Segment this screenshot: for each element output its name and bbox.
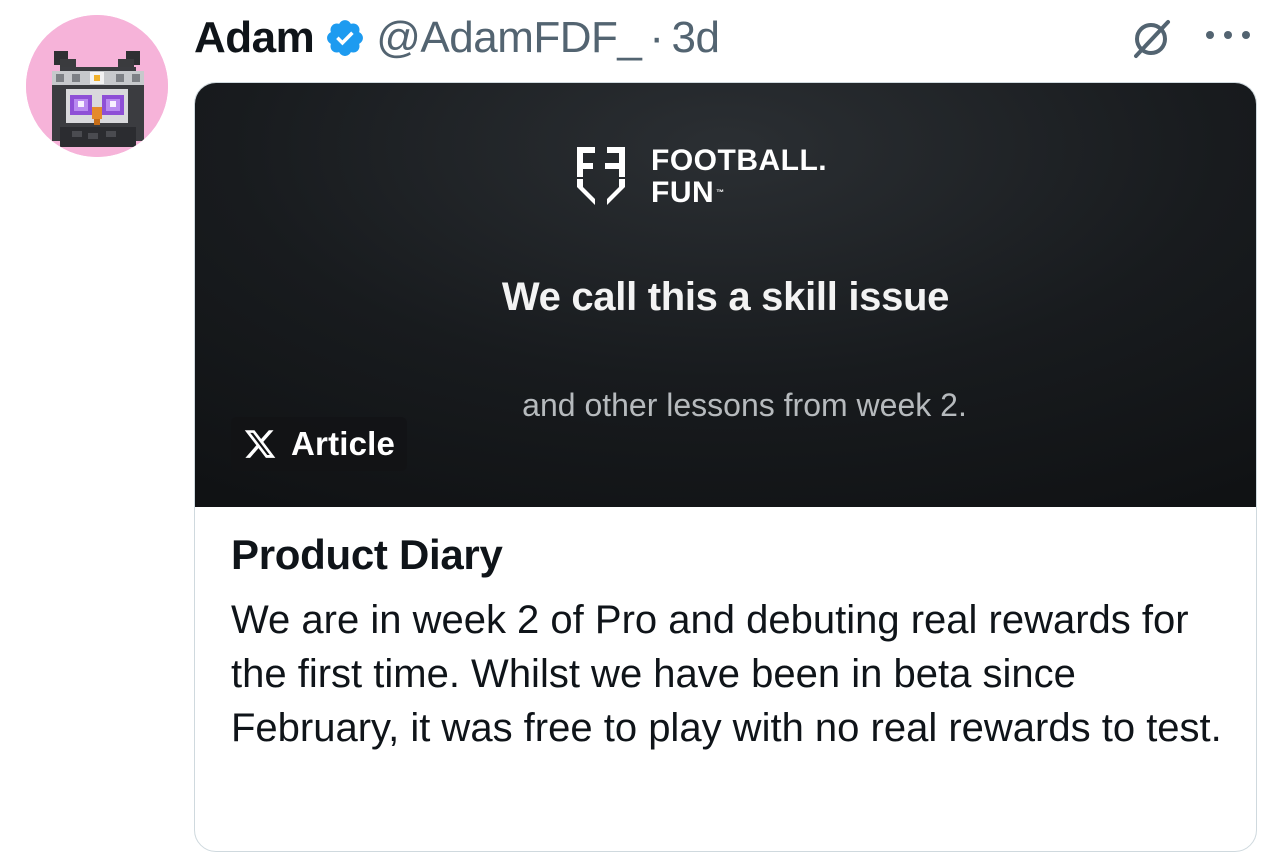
x-logo-icon [244,430,276,458]
separator-dot: · [649,13,664,62]
logo-trademark: ™ [716,188,725,197]
logo-line-2: FUN ™ [651,176,725,209]
verified-badge-icon[interactable] [324,17,366,59]
more-button[interactable] [1198,20,1258,50]
article-excerpt: We are in week 2 of Pro and debuting rea… [231,598,1222,750]
tweet-header: Adam @AdamFDF_ · 3d [194,10,720,66]
football-fun-mark-icon [577,147,625,205]
pixel-owl-avatar [26,15,168,157]
article-title[interactable]: Product Diary [231,527,1241,583]
logo-line-1: FOOTBALL. [651,144,828,177]
article-cover-image[interactable]: FOOTBALL. FUN ™ We call this a skill issu… [195,83,1256,507]
avatar[interactable] [26,15,168,157]
timestamp[interactable]: 3d [672,13,720,63]
article-card[interactable]: FOOTBALL. FUN ™ We call this a skill issu… [194,82,1257,852]
article-badge: Article [231,417,408,471]
football-fun-logo: FOOTBALL. FUN ™ [575,145,827,209]
cover-headline: We call this a skill issue [501,275,950,319]
more-dots-icon [1206,31,1250,39]
article-text: Product Diary We are in week 2 of Pro an… [231,527,1241,755]
article-badge-label: Article [291,425,396,462]
grok-button[interactable] [1126,14,1176,64]
author-handle[interactable]: @AdamFDF_ [376,13,642,63]
grok-icon [1134,20,1170,58]
display-name[interactable]: Adam [194,13,315,63]
